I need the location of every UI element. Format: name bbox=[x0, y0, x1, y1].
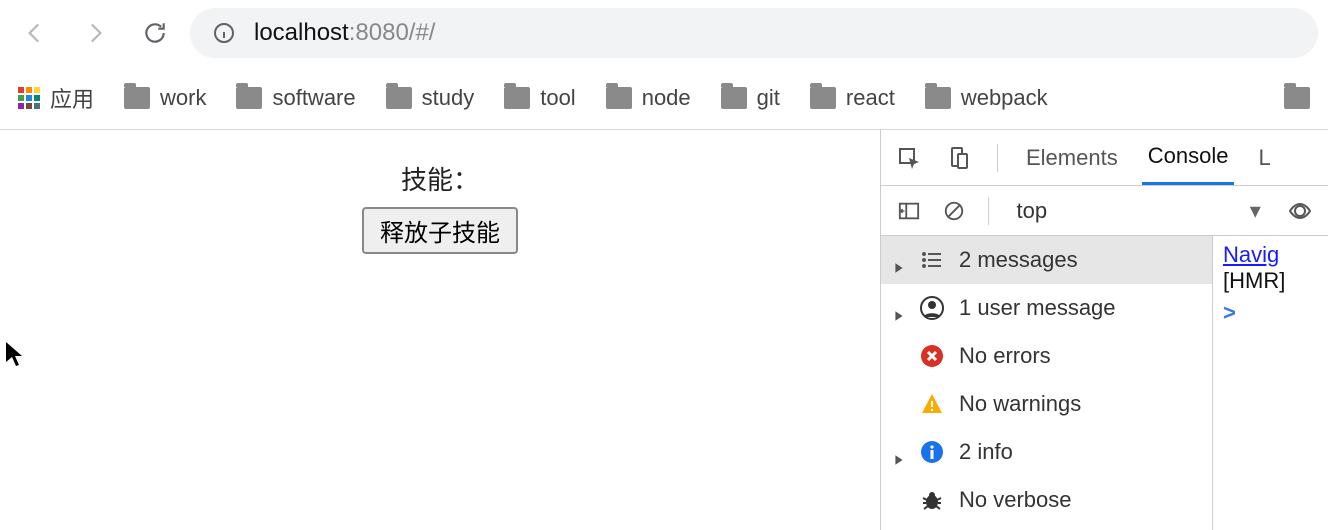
bug-icon bbox=[919, 487, 945, 513]
folder-icon bbox=[504, 87, 530, 109]
folder-icon bbox=[925, 87, 951, 109]
sidebar-label: No verbose bbox=[959, 487, 1072, 513]
browser-toolbar: localhost:8080/#/ bbox=[0, 0, 1328, 66]
site-info-icon[interactable] bbox=[212, 21, 236, 45]
expand-icon[interactable] bbox=[893, 302, 905, 314]
list-icon bbox=[919, 247, 945, 273]
folder-icon bbox=[386, 87, 412, 109]
folder-icon bbox=[236, 87, 262, 109]
release-skill-button[interactable]: 释放子技能 bbox=[362, 207, 518, 254]
apps-shortcut[interactable]: 应用 bbox=[18, 82, 94, 114]
page-viewport: 技能： 释放子技能 bbox=[0, 130, 880, 530]
skill-label: 技能： bbox=[0, 160, 880, 197]
tab-console[interactable]: Console bbox=[1142, 130, 1235, 185]
sidebar-label: No warnings bbox=[959, 391, 1081, 417]
console-log[interactable]: Navig [HMR] > bbox=[1213, 236, 1328, 530]
console-toolbar: top ▾ bbox=[881, 186, 1328, 236]
bookmark-folder-react[interactable]: react bbox=[810, 85, 895, 111]
sidebar-label: No errors bbox=[959, 343, 1051, 369]
log-entry-navigated: Navig bbox=[1223, 242, 1318, 268]
error-icon bbox=[919, 343, 945, 369]
bookmark-folder-tool[interactable]: tool bbox=[504, 85, 575, 111]
tab-elements[interactable]: Elements bbox=[1020, 130, 1124, 185]
bookmark-folder-git[interactable]: git bbox=[721, 85, 780, 111]
sidebar-item-user-messages[interactable]: 1 user message bbox=[881, 284, 1212, 332]
sidebar-label: 2 info bbox=[959, 439, 1013, 465]
folder-icon bbox=[721, 87, 747, 109]
tab-next-partial[interactable]: L bbox=[1252, 130, 1270, 185]
chevron-down-icon: ▾ bbox=[1250, 198, 1261, 224]
folder-icon bbox=[124, 87, 150, 109]
devtools-tabs: Elements Console L bbox=[881, 130, 1328, 186]
console-prompt-icon[interactable]: > bbox=[1223, 300, 1318, 326]
bookmark-folder-study[interactable]: study bbox=[386, 85, 475, 111]
sidebar-label: 1 user message bbox=[959, 295, 1116, 321]
sidebar-item-warnings[interactable]: No warnings bbox=[881, 380, 1212, 428]
url-host: localhost bbox=[254, 19, 349, 46]
sidebar-item-messages[interactable]: 2 messages bbox=[881, 236, 1212, 284]
bookmark-folder-node[interactable]: node bbox=[606, 85, 691, 111]
reload-button[interactable] bbox=[130, 8, 180, 58]
live-expression-icon[interactable] bbox=[1285, 195, 1316, 227]
sidebar-item-info[interactable]: 2 info bbox=[881, 428, 1212, 476]
divider bbox=[997, 144, 998, 172]
sidebar-item-verbose[interactable]: No verbose bbox=[881, 476, 1212, 524]
expand-icon[interactable] bbox=[893, 446, 905, 458]
apps-icon bbox=[18, 87, 40, 109]
sidebar-label: 2 messages bbox=[959, 247, 1078, 273]
info-icon bbox=[919, 439, 945, 465]
back-button[interactable] bbox=[10, 8, 60, 58]
user-icon bbox=[919, 295, 945, 321]
console-sidebar: 2 messages 1 user message No errors No w… bbox=[881, 236, 1213, 530]
expand-icon[interactable] bbox=[893, 254, 905, 266]
device-toggle-icon[interactable] bbox=[943, 142, 975, 174]
url-text: localhost:8080/#/ bbox=[254, 19, 435, 47]
content-area: 技能： 释放子技能 Elements Console L bbox=[0, 130, 1328, 530]
bookmark-folder-webpack[interactable]: webpack bbox=[925, 85, 1048, 111]
forward-button[interactable] bbox=[70, 8, 120, 58]
warning-icon bbox=[919, 391, 945, 417]
cursor-icon bbox=[4, 340, 24, 373]
divider bbox=[988, 197, 989, 225]
console-body: 2 messages 1 user message No errors No w… bbox=[881, 236, 1328, 530]
bookmark-folder-more[interactable] bbox=[1284, 87, 1310, 109]
log-entry-hmr: [HMR] bbox=[1223, 268, 1318, 294]
folder-icon bbox=[606, 87, 632, 109]
context-selector[interactable]: top ▾ bbox=[1007, 198, 1271, 224]
url-rest: :8080/#/ bbox=[349, 19, 436, 46]
context-selected: top bbox=[1017, 198, 1048, 224]
inspect-element-icon[interactable] bbox=[893, 142, 925, 174]
address-bar[interactable]: localhost:8080/#/ bbox=[190, 8, 1318, 58]
bookmarks-bar: 应用 work software study tool node git rea… bbox=[0, 66, 1328, 130]
devtools-panel: Elements Console L top ▾ bbox=[880, 130, 1328, 530]
apps-label: 应用 bbox=[50, 82, 94, 114]
bookmark-folder-software[interactable]: software bbox=[236, 85, 355, 111]
sidebar-toggle-icon[interactable] bbox=[893, 195, 924, 227]
folder-icon bbox=[1284, 87, 1310, 109]
sidebar-item-errors[interactable]: No errors bbox=[881, 332, 1212, 380]
folder-icon bbox=[810, 87, 836, 109]
bookmark-folder-work[interactable]: work bbox=[124, 85, 206, 111]
clear-console-icon[interactable] bbox=[938, 195, 969, 227]
